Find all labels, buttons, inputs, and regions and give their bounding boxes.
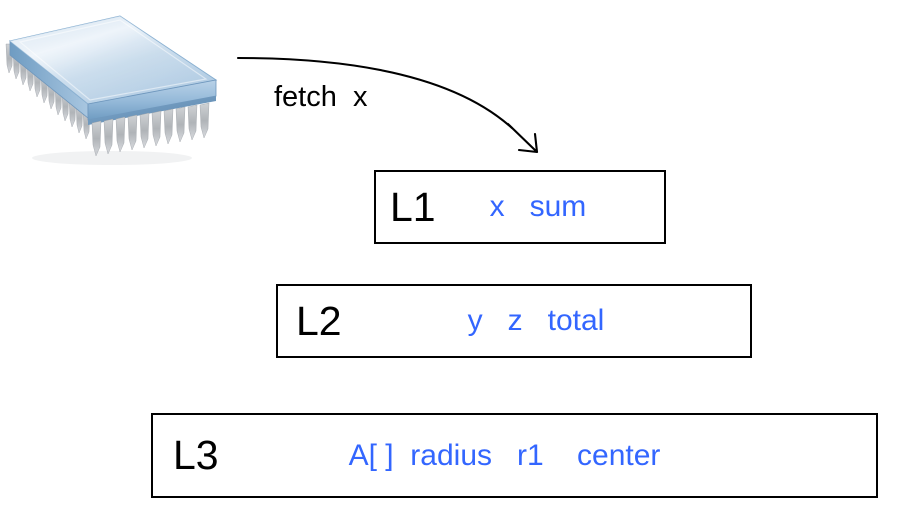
fetch-arrow-label: fetch x xyxy=(274,81,368,113)
cache-level-l2[interactable]: L2 y z total xyxy=(276,284,752,358)
cache-level-l3-items: A[ ] radius r1 center xyxy=(348,438,661,472)
diagram-canvas: fetch x L1 x sum L2 y z total L3 A[ ] ra… xyxy=(0,0,897,518)
cache-level-l1[interactable]: L1 x sum xyxy=(374,170,666,244)
cache-level-l3[interactable]: L3 A[ ] radius r1 center xyxy=(151,413,878,498)
cache-level-l1-items: x sum xyxy=(489,190,587,223)
cpu-chip-icon xyxy=(0,8,240,178)
cache-level-l1-name: L1 xyxy=(390,183,436,230)
cache-level-l2-name: L2 xyxy=(296,297,342,344)
chip-shadow xyxy=(32,151,192,165)
cache-level-l3-name: L3 xyxy=(173,432,219,478)
cache-level-l2-items: y z total xyxy=(467,304,605,337)
